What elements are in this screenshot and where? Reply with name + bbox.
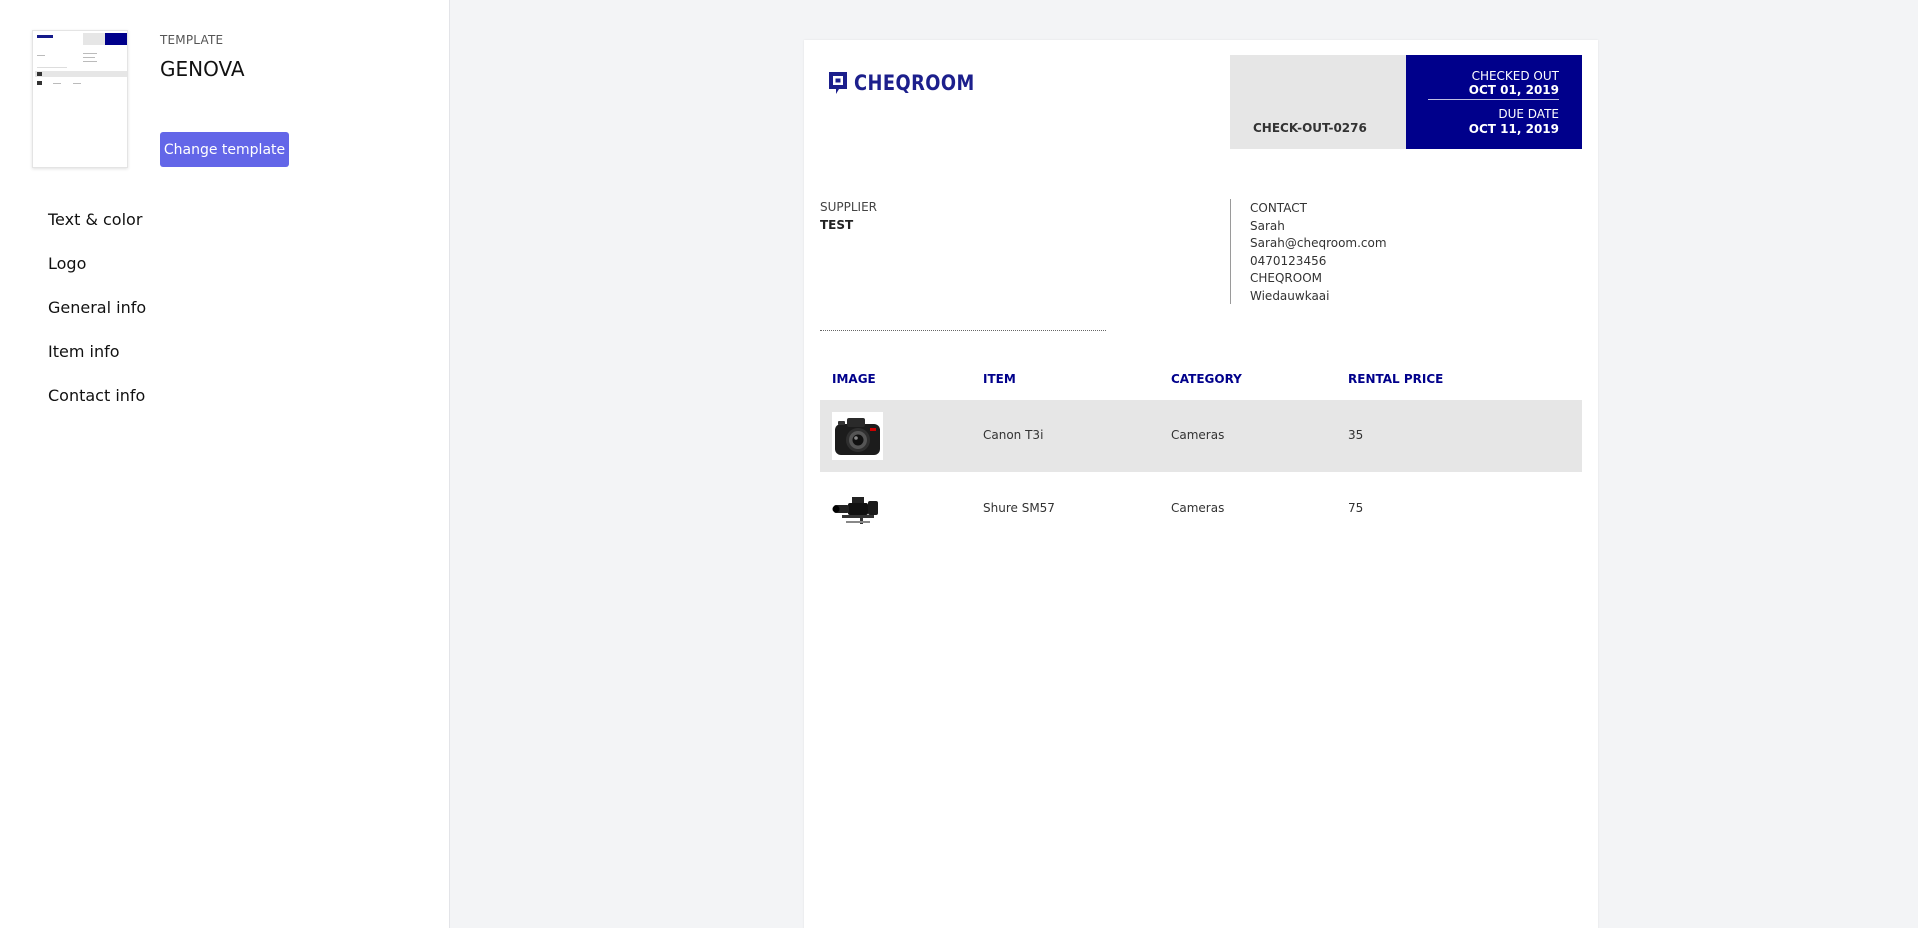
item-name: Shure SM57 <box>983 501 1055 515</box>
change-template-button[interactable]: Change template <box>160 132 289 167</box>
item-rental-price: 75 <box>1348 501 1364 515</box>
table-row: Shure SM57 Cameras 75 <box>820 473 1582 545</box>
supplier-label: SUPPLIER <box>820 200 878 214</box>
menu-item-logo[interactable]: Logo <box>48 253 146 297</box>
thumbnail-line <box>73 83 81 84</box>
column-header-item: ITEM <box>983 372 1016 386</box>
contact-label: CONTACT <box>1250 201 1307 215</box>
thumbnail-line <box>83 57 95 58</box>
header-dates-box: CHECKED OUT OCT 01, 2019 DUE DATE OCT 11… <box>1406 55 1582 149</box>
checkout-code: CHECK-OUT-0276 <box>1253 121 1367 135</box>
template-label: TEMPLATE <box>160 33 224 47</box>
supplier-value: TEST <box>820 218 854 232</box>
thumbnail-image <box>37 81 42 85</box>
contact-phone: 0470123456 <box>1250 253 1327 268</box>
menu-item-item-info[interactable]: Item info <box>48 341 146 385</box>
menu-item-general-info[interactable]: General info <box>48 297 146 341</box>
menu-item-text-color[interactable]: Text & color <box>48 209 146 253</box>
thumbnail-image <box>37 72 42 76</box>
thumbnail-header-gray <box>83 33 105 45</box>
due-date-label: DUE DATE <box>1498 107 1559 121</box>
header-code-box: CHECK-OUT-0276 <box>1230 55 1406 149</box>
table-header: IMAGE ITEM CATEGORY RENTAL PRICE <box>820 372 1582 394</box>
item-rental-price: 35 <box>1348 428 1364 442</box>
item-category: Cameras <box>1171 501 1225 515</box>
thumbnail-line <box>53 83 61 84</box>
column-header-category: CATEGORY <box>1171 372 1242 386</box>
thumbnail-line <box>37 55 45 56</box>
menu-item-contact-info[interactable]: Contact info <box>48 385 146 429</box>
thumbnail-row <box>35 71 127 77</box>
item-category: Cameras <box>1171 428 1225 442</box>
contact-block: CONTACT Sarah Sarah@cheqroom.com 0470123… <box>1250 200 1387 306</box>
logo-text: CHEQROOM <box>854 71 975 95</box>
template-thumbnail[interactable] <box>32 30 128 168</box>
contact-address: Wiedauwkaai <box>1250 288 1330 303</box>
video-camera-icon <box>832 485 883 533</box>
thumbnail-logo <box>37 35 53 38</box>
due-date: OCT 11, 2019 <box>1468 122 1559 136</box>
thumbnail-line <box>83 61 97 62</box>
thumbnail-line <box>37 67 67 68</box>
checked-out-label: CHECKED OUT <box>1471 69 1559 83</box>
thumbnail-line <box>83 53 97 54</box>
thumbnail-header-blue <box>105 33 127 45</box>
template-name: GENOVA <box>160 57 245 81</box>
contact-divider <box>1230 199 1231 304</box>
contact-name: Sarah <box>1250 218 1285 233</box>
checked-out-date: OCT 01, 2019 <box>1468 83 1559 97</box>
settings-panel: TEMPLATE GENOVA Change template Text & c… <box>0 0 450 928</box>
contact-email: Sarah@cheqroom.com <box>1250 236 1387 251</box>
settings-menu: Text & color Logo General info Item info… <box>48 209 146 429</box>
document-preview: CHEQROOM CHECK-OUT-0276 CHECKED OUT OCT … <box>804 40 1598 928</box>
column-header-rental-price: RENTAL PRICE <box>1348 372 1444 386</box>
column-header-image: IMAGE <box>832 372 876 386</box>
camera-icon <box>832 412 883 460</box>
cheqroom-logo-icon <box>828 71 848 95</box>
item-name: Canon T3i <box>983 428 1044 442</box>
company-logo: CHEQROOM <box>828 68 996 98</box>
dotted-divider <box>820 330 1106 331</box>
contact-company: CHEQROOM <box>1250 271 1323 286</box>
header-divider <box>1428 99 1559 100</box>
table-row: Canon T3i Cameras 35 <box>820 400 1582 472</box>
